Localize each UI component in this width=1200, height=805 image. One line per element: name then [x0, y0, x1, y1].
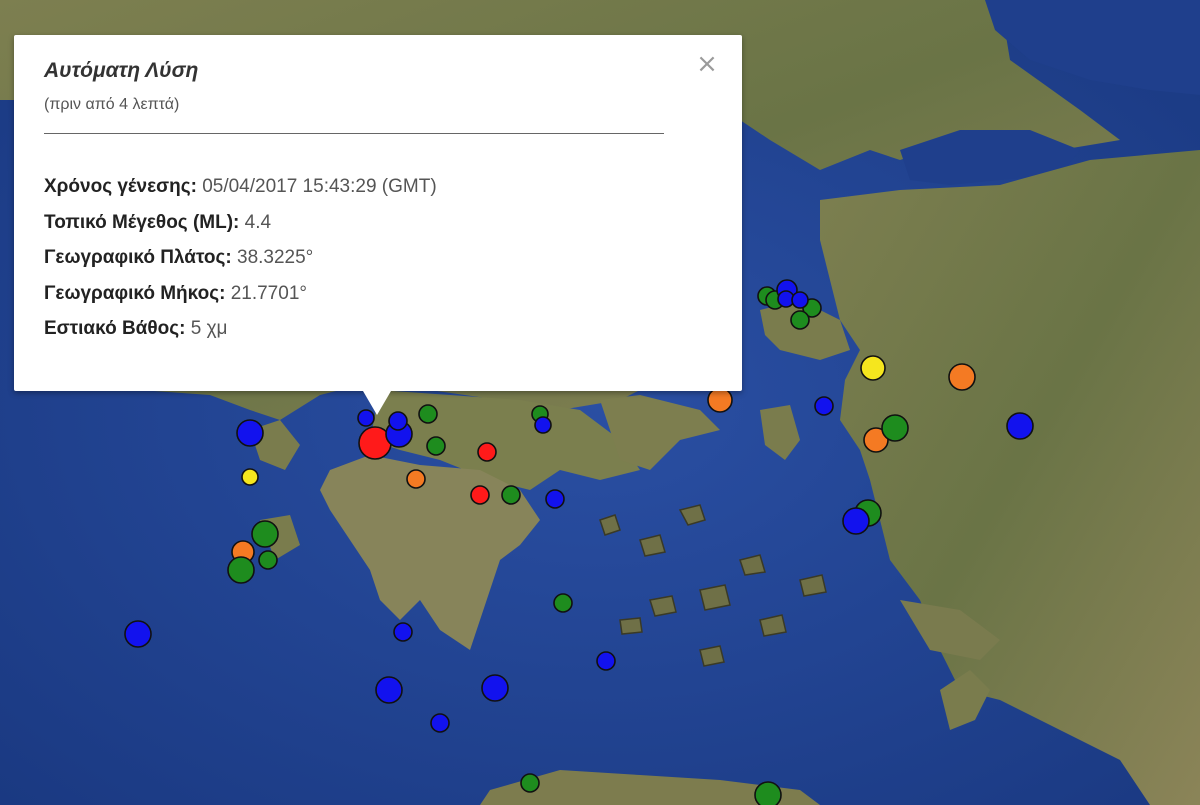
- field-value: 5 χμ: [190, 318, 228, 339]
- earthquake-marker-orange[interactable]: [406, 469, 426, 489]
- earthquake-marker-blue[interactable]: [842, 507, 870, 535]
- earthquake-marker-green[interactable]: [258, 550, 278, 570]
- earthquake-marker-blue[interactable]: [375, 676, 403, 704]
- earthquake-marker-blue[interactable]: [814, 396, 834, 416]
- field-magnitude: Τοπικό Μέγεθος (ML): 4.4: [44, 205, 437, 241]
- earthquake-marker-blue[interactable]: [236, 419, 264, 447]
- earthquake-marker-blue[interactable]: [545, 489, 565, 509]
- earthquake-marker-green[interactable]: [418, 404, 438, 424]
- earthquake-marker-green[interactable]: [251, 520, 279, 548]
- earthquake-marker-blue[interactable]: [596, 651, 616, 671]
- popup-fields: Χρόνος γένεσης: 05/04/2017 15:43:29 (GMT…: [44, 169, 437, 347]
- earthquake-marker-green[interactable]: [881, 414, 909, 442]
- earthquake-marker-red[interactable]: [470, 485, 490, 505]
- earthquake-marker-blue[interactable]: [534, 416, 552, 434]
- earthquake-marker-green[interactable]: [553, 593, 573, 613]
- field-value: 4.4: [244, 211, 272, 233]
- field-value: 38.3225°: [237, 247, 314, 268]
- field-label: Εστιακό Βάθος:: [44, 318, 186, 339]
- field-longitude: Γεωγραφικό Μήκος: 21.7701°: [44, 276, 437, 312]
- earthquake-marker-green[interactable]: [426, 436, 446, 456]
- earthquake-info-popup: × Αυτόματη Λύση (πριν από 4 λεπτά) Χρόνο…: [14, 35, 742, 415]
- field-value: 05/04/2017 15:43:29 (GMT): [202, 176, 437, 197]
- field-latitude: Γεωγραφικό Πλάτος: 38.3225°: [44, 240, 437, 276]
- field-value: 21.7701°: [230, 282, 307, 304]
- field-label: Γεωγραφικό Μήκος:: [44, 282, 226, 304]
- earthquake-marker-green[interactable]: [520, 773, 540, 793]
- earthquake-marker-orange[interactable]: [707, 387, 733, 413]
- earthquake-marker-blue[interactable]: [393, 622, 413, 642]
- popup-subtitle: (πριν από 4 λεπτά): [44, 96, 180, 113]
- earthquake-marker-blue[interactable]: [430, 713, 450, 733]
- field-label: Τοπικό Μέγεθος (ML):: [44, 211, 240, 233]
- divider: [44, 133, 664, 134]
- earthquake-marker-yellow[interactable]: [241, 468, 259, 486]
- field-origin-time: Χρόνος γένεσης: 05/04/2017 15:43:29 (GMT…: [44, 169, 437, 205]
- earthquake-marker-green[interactable]: [227, 556, 255, 584]
- field-label: Γεωγραφικό Πλάτος:: [44, 247, 232, 268]
- earthquake-marker-blue[interactable]: [124, 620, 152, 648]
- earthquake-marker-orange[interactable]: [948, 363, 976, 391]
- earthquake-marker-blue[interactable]: [481, 674, 509, 702]
- field-depth: Εστιακό Βάθος: 5 χμ: [44, 311, 437, 347]
- earthquake-marker-blue[interactable]: [388, 411, 408, 431]
- earthquake-marker-blue[interactable]: [791, 291, 809, 309]
- field-label: Χρόνος γένεσης:: [44, 176, 197, 197]
- earthquake-marker-blue[interactable]: [1006, 412, 1034, 440]
- earthquake-marker-green[interactable]: [754, 781, 782, 805]
- earthquake-marker-yellow[interactable]: [860, 355, 886, 381]
- earthquake-marker-green[interactable]: [790, 310, 810, 330]
- close-icon[interactable]: ×: [696, 51, 718, 77]
- popup-title: Αυτόματη Λύση: [44, 59, 199, 82]
- popup-pointer: [363, 391, 391, 415]
- earthquake-marker-red[interactable]: [477, 442, 497, 462]
- earthquake-marker-green[interactable]: [501, 485, 521, 505]
